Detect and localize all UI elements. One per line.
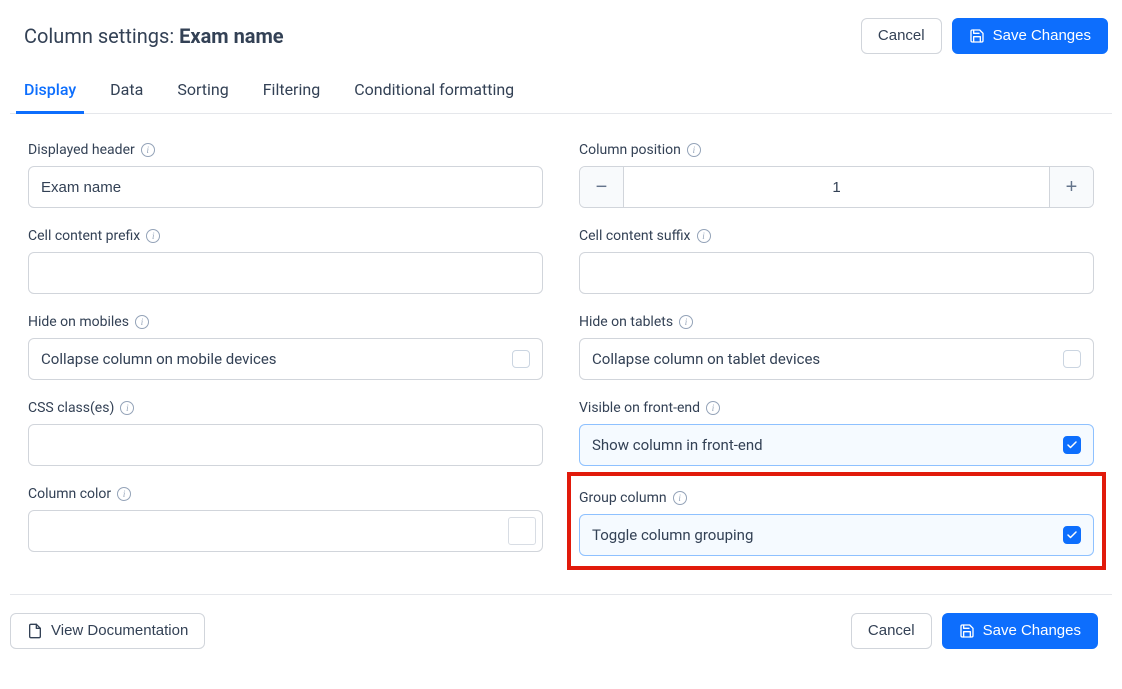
label-css-classes: CSS class(es) i [28, 400, 543, 416]
checkbox [1063, 436, 1081, 454]
info-icon[interactable]: i [697, 229, 711, 243]
save-button[interactable]: Save Changes [952, 18, 1108, 54]
cell-content-prefix-input[interactable] [28, 252, 543, 294]
info-icon[interactable]: i [673, 491, 687, 505]
doc-label: View Documentation [51, 622, 188, 640]
label-text: Column position [579, 142, 681, 158]
info-icon[interactable]: i [687, 143, 701, 157]
toggle-text: Collapse column on tablet devices [592, 350, 820, 368]
checkbox [1063, 526, 1081, 544]
column-position-input[interactable] [624, 167, 1049, 207]
displayed-header-input[interactable] [28, 166, 543, 208]
title-prefix: Column settings: [24, 24, 179, 48]
tabs: Display Data Sorting Filtering Condition… [10, 70, 1112, 114]
css-classes-input[interactable] [28, 424, 543, 466]
footer-row: View Documentation Cancel Save Changes [10, 594, 1112, 657]
field-visible-on-frontend: Visible on front-end i Show column in fr… [579, 400, 1094, 466]
tab-filtering[interactable]: Filtering [263, 70, 320, 113]
check-icon [1066, 529, 1078, 541]
label-text: Column color [28, 486, 111, 502]
tab-sorting[interactable]: Sorting [177, 70, 228, 113]
stepper-increment[interactable]: + [1049, 167, 1093, 207]
view-documentation-button[interactable]: View Documentation [10, 613, 205, 649]
field-column-position: Column position i − + [579, 142, 1094, 208]
label-hide-on-tablets: Hide on tablets i [579, 314, 1094, 330]
highlight-box: Group column i Toggle column grouping [567, 472, 1106, 570]
visible-on-frontend-toggle[interactable]: Show column in front-end [579, 424, 1094, 466]
info-icon[interactable]: i [706, 401, 720, 415]
toggle-text: Collapse column on mobile devices [41, 350, 277, 368]
label-column-position: Column position i [579, 142, 1094, 158]
info-icon[interactable]: i [146, 229, 160, 243]
hide-on-mobiles-toggle[interactable]: Collapse column on mobile devices [28, 338, 543, 380]
info-icon[interactable]: i [120, 401, 134, 415]
label-group-column: Group column i [579, 490, 1094, 506]
footer-actions: Cancel Save Changes [851, 613, 1102, 649]
label-text: Cell content prefix [28, 228, 140, 244]
header-actions: Cancel Save Changes [861, 18, 1112, 54]
column-color-input[interactable] [28, 510, 543, 552]
toggle-text: Toggle column grouping [592, 526, 753, 544]
label-column-color: Column color i [28, 486, 543, 502]
column-position-stepper: − + [579, 166, 1094, 208]
field-cell-content-prefix: Cell content prefix i [28, 228, 543, 294]
header-row: Column settings: Exam name Cancel Save C… [10, 10, 1112, 70]
save-button-footer[interactable]: Save Changes [942, 613, 1098, 649]
info-icon[interactable]: i [679, 315, 693, 329]
title-value: Exam name [179, 24, 283, 48]
checkbox [512, 350, 530, 368]
save-icon [969, 28, 985, 44]
field-cell-content-suffix: Cell content suffix i [579, 228, 1094, 294]
save-label: Save Changes [993, 27, 1091, 45]
label-visible-on-frontend: Visible on front-end i [579, 400, 1094, 416]
cancel-button-footer[interactable]: Cancel [851, 613, 932, 649]
group-column-toggle[interactable]: Toggle column grouping [579, 514, 1094, 556]
field-hide-on-mobiles: Hide on mobiles i Collapse column on mob… [28, 314, 543, 380]
info-icon[interactable]: i [135, 315, 149, 329]
cell-content-suffix-input[interactable] [579, 252, 1094, 294]
info-icon[interactable]: i [141, 143, 155, 157]
field-group-column: Group column i Toggle column grouping [579, 486, 1094, 570]
label-text: Group column [579, 490, 667, 506]
check-icon [1066, 439, 1078, 451]
checkbox [1063, 350, 1081, 368]
cancel-button[interactable]: Cancel [861, 18, 942, 54]
label-text: Cell content suffix [579, 228, 691, 244]
save-label: Save Changes [983, 622, 1081, 640]
document-icon [27, 623, 43, 639]
field-column-color: Column color i [28, 486, 543, 570]
tab-data[interactable]: Data [110, 70, 143, 113]
field-displayed-header: Displayed header i [28, 142, 543, 208]
label-text: CSS class(es) [28, 400, 114, 416]
save-icon [959, 623, 975, 639]
hide-on-tablets-toggle[interactable]: Collapse column on tablet devices [579, 338, 1094, 380]
toggle-text: Show column in front-end [592, 436, 763, 454]
tab-display[interactable]: Display [24, 70, 76, 113]
label-text: Hide on mobiles [28, 314, 129, 330]
tab-conditional-formatting[interactable]: Conditional formatting [354, 70, 514, 113]
label-text: Displayed header [28, 142, 135, 158]
field-hide-on-tablets: Hide on tablets i Collapse column on tab… [579, 314, 1094, 380]
label-cell-content-prefix: Cell content prefix i [28, 228, 543, 244]
page-title: Column settings: Exam name [24, 24, 284, 48]
label-hide-on-mobiles: Hide on mobiles i [28, 314, 543, 330]
label-text: Visible on front-end [579, 400, 700, 416]
field-css-classes: CSS class(es) i [28, 400, 543, 466]
label-cell-content-suffix: Cell content suffix i [579, 228, 1094, 244]
info-icon[interactable]: i [117, 487, 131, 501]
stepper-decrement[interactable]: − [580, 167, 624, 207]
color-swatch[interactable] [508, 517, 536, 545]
form-grid: Displayed header i Column position i − +… [10, 114, 1112, 594]
label-text: Hide on tablets [579, 314, 673, 330]
label-displayed-header: Displayed header i [28, 142, 543, 158]
